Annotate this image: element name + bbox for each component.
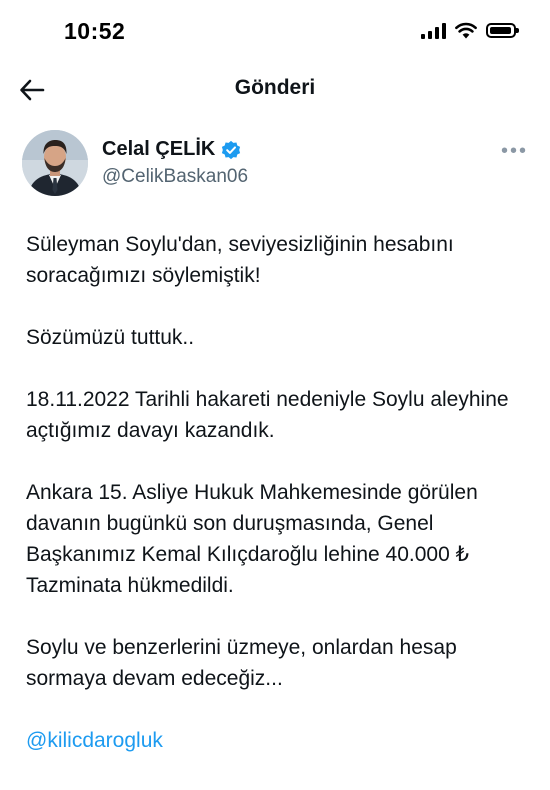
author-handle[interactable]: @CelikBaskan06 (102, 166, 248, 188)
tweet-paragraph: 18.11.2022 Tarihli hakareti nedeniyle So… (26, 388, 509, 442)
verified-badge-icon (222, 140, 241, 159)
status-bar: 10:52 (0, 0, 550, 62)
tweet-text: Süleyman Soylu'dan, seviyesizliğinin hes… (26, 229, 530, 756)
tweet-paragraph: Soylu ve benzerlerini üzmeye, onlardan h… (26, 636, 457, 690)
cellular-signal-icon (421, 22, 446, 39)
tweet-paragraph: Ankara 15. Asliye Hukuk Mahkemesinde gör… (26, 481, 478, 597)
status-time: 10:52 (64, 18, 126, 44)
battery-icon (486, 23, 519, 38)
status-icons (421, 22, 519, 39)
more-horizontal-icon[interactable]: ••• (501, 140, 528, 163)
tweet-paragraph: Sözümüzü tuttuk.. (26, 326, 195, 349)
mention-link[interactable]: @kilicdarogluk (26, 725, 163, 756)
nav-header: Gönderi (0, 64, 550, 114)
page-title: Gönderi (234, 76, 316, 99)
author-name-text: Celal ÇELİK (102, 138, 216, 160)
wifi-icon (455, 22, 477, 39)
tweet-author: Celal ÇELİK @CelikBaskan06 ••• (22, 130, 532, 202)
avatar[interactable] (22, 130, 88, 196)
author-name[interactable]: Celal ÇELİK (102, 138, 241, 161)
tweet-paragraph: Süleyman Soylu'dan, seviyesizliğinin hes… (26, 233, 454, 287)
